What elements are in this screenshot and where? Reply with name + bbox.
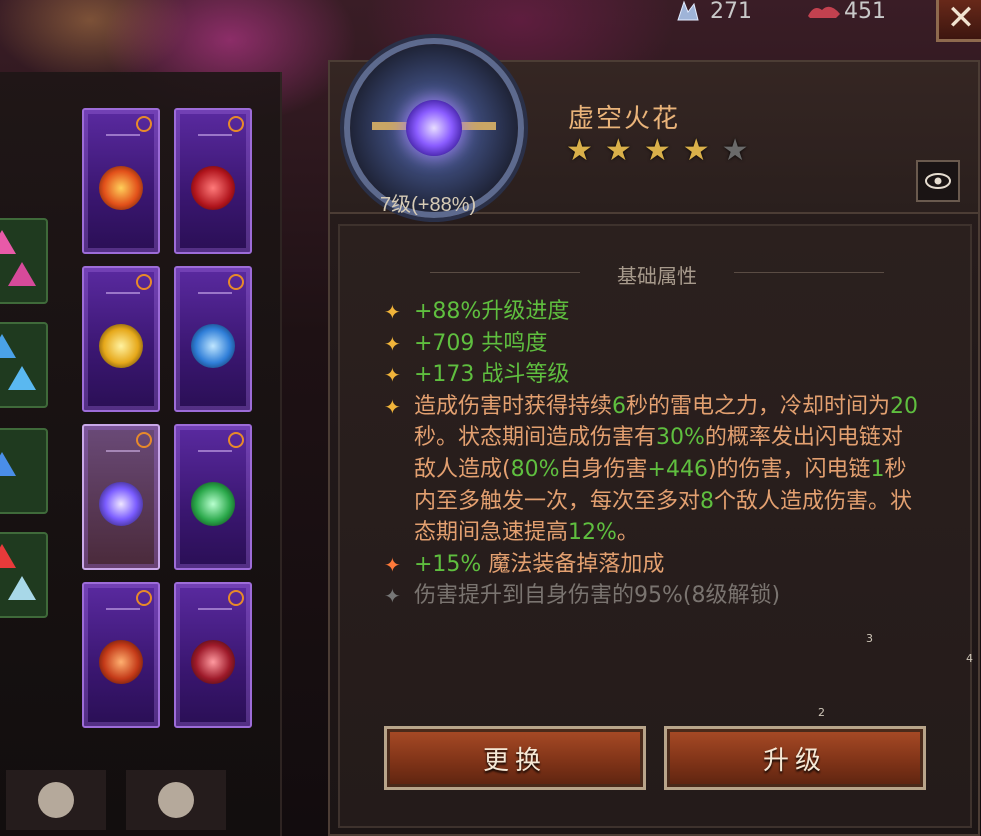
gem-icon (0, 334, 16, 358)
diamond-icon: ✦ (384, 300, 401, 324)
gem-icon (8, 576, 36, 600)
attribute-text: 造成伤害时获得持续 (414, 393, 613, 419)
attribute-text: 秒。状态期间造成伤害有 (414, 425, 657, 451)
gem-slot[interactable] (0, 428, 48, 514)
attribute-text: 6 (612, 393, 627, 419)
crimson-charm-icon (191, 640, 235, 685)
attribute-line: ✦ +15% 魔法装备掉落加成 (384, 549, 924, 581)
item-name: 虚空火花 (568, 104, 681, 134)
attribute-text: +88%升级进度 (414, 299, 570, 324)
rank-badge-icon (228, 432, 244, 448)
charm-card-void-spark[interactable] (82, 424, 160, 570)
attribute-text: )的伤害，闪电链 (707, 456, 871, 482)
attribute-text: 魔法装备掉落加成 (481, 551, 665, 577)
charm-card-crimson[interactable] (174, 582, 252, 728)
gem-icon (8, 366, 36, 390)
blood-charm-icon (191, 166, 235, 211)
star-filled-icon: ★ (682, 133, 710, 168)
charm-card-blood[interactable] (174, 108, 252, 254)
charm-card-magma[interactable] (82, 582, 160, 728)
helmet-icon (158, 782, 194, 818)
diamond-icon: ✦ (384, 363, 401, 388)
scrap-icon (806, 0, 840, 22)
attribute-text: 1 (870, 456, 885, 482)
fire-charm-icon (99, 166, 143, 211)
gem-slot[interactable] (0, 532, 48, 618)
tab-gear[interactable] (126, 770, 226, 830)
attribute-text: +15% (414, 551, 482, 577)
charm-card-poison[interactable] (174, 424, 252, 570)
poison-charm-icon (191, 482, 235, 527)
item-level: 7级(+88%) (380, 194, 477, 216)
attribute-line: ✦ +173 战斗等级 (384, 359, 924, 391)
item-header: 7级(+88%) 虚空火花 ★ ★ ★ ★ ★ (330, 38, 978, 218)
crystal-icon (672, 0, 702, 22)
replace-button[interactable]: 更换 (384, 726, 646, 790)
attribute-text: 20 (890, 393, 919, 419)
gem-icon (0, 544, 16, 568)
attribute-text: +446 (647, 456, 708, 482)
star-filled-icon: ★ (566, 133, 593, 168)
inventory-panel (0, 72, 282, 836)
hand-gem-icon (38, 782, 74, 818)
gem-slot[interactable] (0, 218, 48, 304)
charm-card-fire[interactable] (82, 108, 160, 254)
attribute-text: 秒的雷电之力，冷却时间为 (626, 393, 891, 419)
attribute-list: ✦ +88%升级进度 ✦ +709 共鸣度 ✦ +173 战斗等级 ✦ 造成伤害时获得持续6秒… (384, 296, 924, 612)
currency-crystal: 271 (672, 0, 752, 24)
star-filled-icon: ★ (643, 133, 671, 168)
star-filled-icon: ★ (604, 133, 632, 168)
diamond-icon: ✦ (384, 394, 401, 419)
gem-icon (0, 452, 16, 476)
attribute-text: 伤害提升到自身伤害的95%(8级解锁) (414, 583, 781, 609)
crystal-count: 271 (710, 0, 752, 24)
item-detail-panel: 7级(+88%) 虚空火花 ★ ★ ★ ★ ★ 基础属性 ✦ +88%升级进度 ✦ +709 … (328, 38, 980, 836)
scrap-count: 451 (844, 0, 886, 24)
rank-badge-icon (228, 274, 244, 290)
attribute-text: 自身伤害 (559, 456, 648, 482)
charm-card-frost[interactable] (174, 266, 252, 412)
gem-icon (8, 262, 36, 286)
attribute-text: +709 共鸣度 (414, 330, 548, 356)
close-button[interactable]: ✕ (936, 0, 981, 42)
attribute-text: 80% (510, 456, 560, 482)
star-rating: ★ ★ ★ ★ ★ (566, 136, 749, 166)
rank-badge-icon (136, 432, 152, 448)
attribute-line: ✦ 造成伤害时获得持续6秒的雷电之力，冷却时间为20秒。状态期间造成伤害有30%的… (384, 391, 924, 549)
magma-charm-icon (99, 640, 143, 685)
currency-scrap: 451 (806, 0, 886, 24)
rank-badge-icon (136, 116, 152, 132)
rank-badge-icon (228, 116, 244, 132)
eye-icon (925, 173, 951, 189)
attribute-text: 12% (568, 520, 617, 546)
attribute-text: 30% (656, 425, 705, 451)
rank-badge-icon (136, 274, 152, 290)
section-title: 基础属性 (340, 260, 974, 289)
sun-charm-icon (99, 324, 143, 369)
rank-badge-icon (228, 590, 244, 606)
marker-number: 3 (866, 632, 873, 645)
attribute-text: +173 战斗等级 (414, 362, 570, 388)
locked-diamond-icon: ✦ (384, 584, 401, 609)
preview-button[interactable] (916, 160, 960, 202)
attribute-locked: ✦ 伤害提升到自身伤害的95%(8级解锁) (384, 580, 924, 612)
diamond-icon: ✦ (384, 552, 401, 577)
attribute-line: ✦ +88%升级进度 (384, 296, 924, 328)
void-spark-icon (99, 482, 143, 527)
gem-icon (0, 230, 16, 254)
diamond-icon: ✦ (384, 331, 401, 356)
frost-charm-icon (191, 324, 235, 369)
tab-charms[interactable] (6, 770, 106, 830)
upgrade-button[interactable]: 升级 (664, 726, 926, 790)
marker-number: 4 (966, 652, 973, 665)
star-empty-icon: ★ (721, 133, 749, 168)
marker-number: 2 (818, 706, 825, 719)
charm-card-sun[interactable] (82, 266, 160, 412)
attribute-text: 8 (700, 488, 715, 514)
gem-slot[interactable] (0, 322, 48, 408)
rank-badge-icon (136, 590, 152, 606)
attribute-text: 。 (616, 520, 639, 546)
attribute-line: ✦ +709 共鸣度 (384, 328, 924, 360)
